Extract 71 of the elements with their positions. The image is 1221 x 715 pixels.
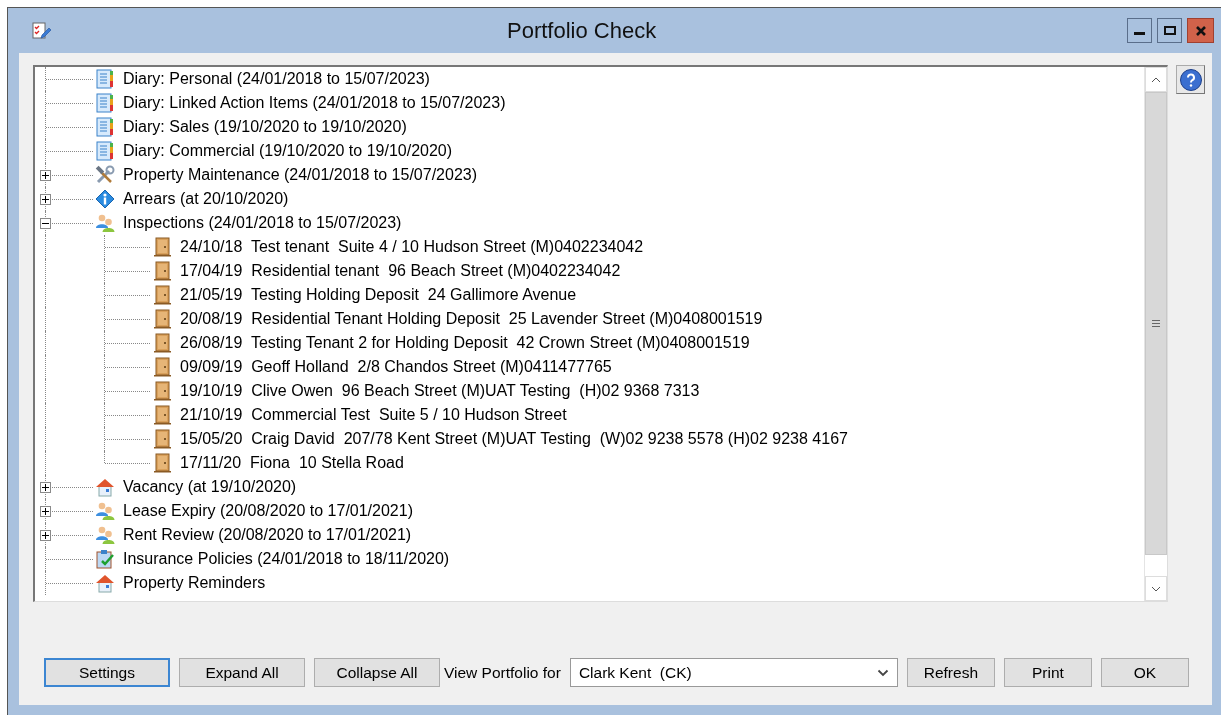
tree-item[interactable]: 09/09/19 Geoff Holland 2/8 Chandos Street (M)0411477765 — [180, 358, 612, 376]
checklist-pencil-icon — [31, 20, 51, 41]
notepad-icon — [95, 117, 115, 137]
tree-item[interactable]: Diary: Commercial (19/10/2020 to 19/10/2020) — [123, 142, 453, 160]
caret-icon — [876, 668, 889, 677]
door-icon — [152, 405, 172, 425]
footer-button[interactable]: Settings — [44, 658, 170, 687]
people-icon — [95, 501, 115, 521]
scrollbar[interactable] — [1144, 67, 1167, 601]
people-icon — [95, 525, 115, 545]
tree-item[interactable]: 21/05/19 Testing Holding Deposit 24 Gallimore Avenue — [180, 286, 577, 304]
tree-item[interactable]: 26/08/19 Testing Tenant 2 for Holding Deposit 42 Crown Street (M)0408001519 — [180, 334, 750, 352]
notepad-icon — [95, 93, 115, 113]
door-icon — [152, 357, 172, 377]
expander-toggle[interactable] — [40, 193, 51, 205]
house-icon — [95, 477, 115, 497]
door-icon — [152, 237, 172, 257]
tree-item[interactable]: Property Maintenance (24/01/2018 to 15/07/2023) — [123, 166, 478, 184]
tree-item[interactable]: 21/10/19 Commercial Test Suite 5 / 10 Hudson Street — [180, 406, 567, 424]
tree-item[interactable]: 15/05/20 Craig David 207/78 Kent Street (M)UAT Testing (W)02 9238 5578 (H)02 9238 4167 — [180, 430, 848, 448]
tree-item[interactable]: Diary: Personal (24/01/2018 to 15/07/2023) — [123, 70, 430, 88]
chevron-down-icon — [1151, 585, 1161, 592]
tree-item[interactable]: 20/08/19 Residential Tenant Holding Deposit 25 Lavender Street (M)0408001519 — [180, 310, 763, 328]
expander-toggle[interactable] — [40, 529, 51, 541]
footer-button[interactable]: Refresh — [906, 658, 995, 687]
info-icon — [95, 189, 115, 209]
scrollbar-thumb[interactable] — [1145, 92, 1167, 555]
door-icon — [152, 285, 172, 305]
expander-toggle[interactable] — [40, 169, 51, 181]
door-icon — [152, 309, 172, 329]
door-icon — [152, 333, 172, 353]
footer-button[interactable]: Expand All — [179, 658, 305, 687]
door-icon — [152, 261, 172, 281]
expander-toggle[interactable] — [40, 505, 51, 517]
tree-item[interactable]: Arrears (at 20/10/2020) — [123, 190, 289, 208]
footer-button[interactable]: OK — [1100, 658, 1189, 687]
expander-toggle[interactable] — [40, 481, 51, 493]
tree-item[interactable]: Diary: Sales (19/10/2020 to 19/10/2020) — [123, 118, 407, 136]
chevron-up-icon — [1151, 76, 1161, 83]
tree-item[interactable]: 17/04/19 Residential tenant 96 Beach Street (M)0402234042 — [180, 262, 621, 280]
help-button[interactable] — [1176, 65, 1205, 94]
house-icon — [95, 573, 115, 593]
expander-toggle[interactable] — [40, 217, 51, 229]
door-icon — [152, 453, 172, 473]
door-icon — [152, 381, 172, 401]
tree-item[interactable]: Lease Expiry (20/08/2020 to 17/01/2021) — [123, 502, 413, 520]
footer-button[interactable]: Print — [1003, 658, 1092, 687]
tree-item[interactable]: Vacancy (at 19/10/2020) — [123, 478, 297, 496]
tree-item[interactable]: Diary: Linked Action Items (24/01/2018 to 15/07/2023) — [123, 94, 506, 112]
tree-item[interactable]: 17/11/20 Fiona 10 Stella Road — [180, 454, 404, 472]
tree-item[interactable]: 19/10/19 Clive Owen 96 Beach Street (M)UAT Testing (H)02 9368 7313 — [180, 382, 700, 400]
tree-item[interactable]: Insurance Policies (24/01/2018 to 18/11/2020) — [123, 550, 450, 568]
clipboard-check-icon — [95, 549, 115, 569]
tree-item[interactable]: Property Reminders — [123, 574, 266, 592]
view-portfolio-label: View Portfolio for — [444, 663, 561, 682]
tree-item[interactable]: Inspections (24/01/2018 to 15/07/2023) — [123, 214, 402, 232]
portfolio-dropdown[interactable]: Clark Kent (CK) — [569, 658, 898, 687]
door-icon — [152, 429, 172, 449]
tree-item[interactable]: Rent Review (20/08/2020 to 17/01/2021) — [123, 526, 412, 544]
window-title: Portfolio Check — [507, 17, 657, 44]
close-button[interactable] — [1187, 18, 1214, 43]
notepad-icon — [95, 141, 115, 161]
wrench-hammer-icon — [95, 165, 115, 185]
close-icon — [1194, 24, 1207, 37]
notepad-icon — [95, 69, 115, 89]
minimize-button[interactable] — [1127, 18, 1152, 43]
tree-item[interactable]: 24/10/18 Test tenant Suite 4 / 10 Hudson Street (M)0402234042 — [180, 238, 644, 256]
grip-icon — [1152, 320, 1160, 327]
people-icon — [95, 213, 115, 233]
maximize-button[interactable] — [1157, 18, 1182, 43]
footer-button[interactable]: Collapse All — [314, 658, 440, 687]
